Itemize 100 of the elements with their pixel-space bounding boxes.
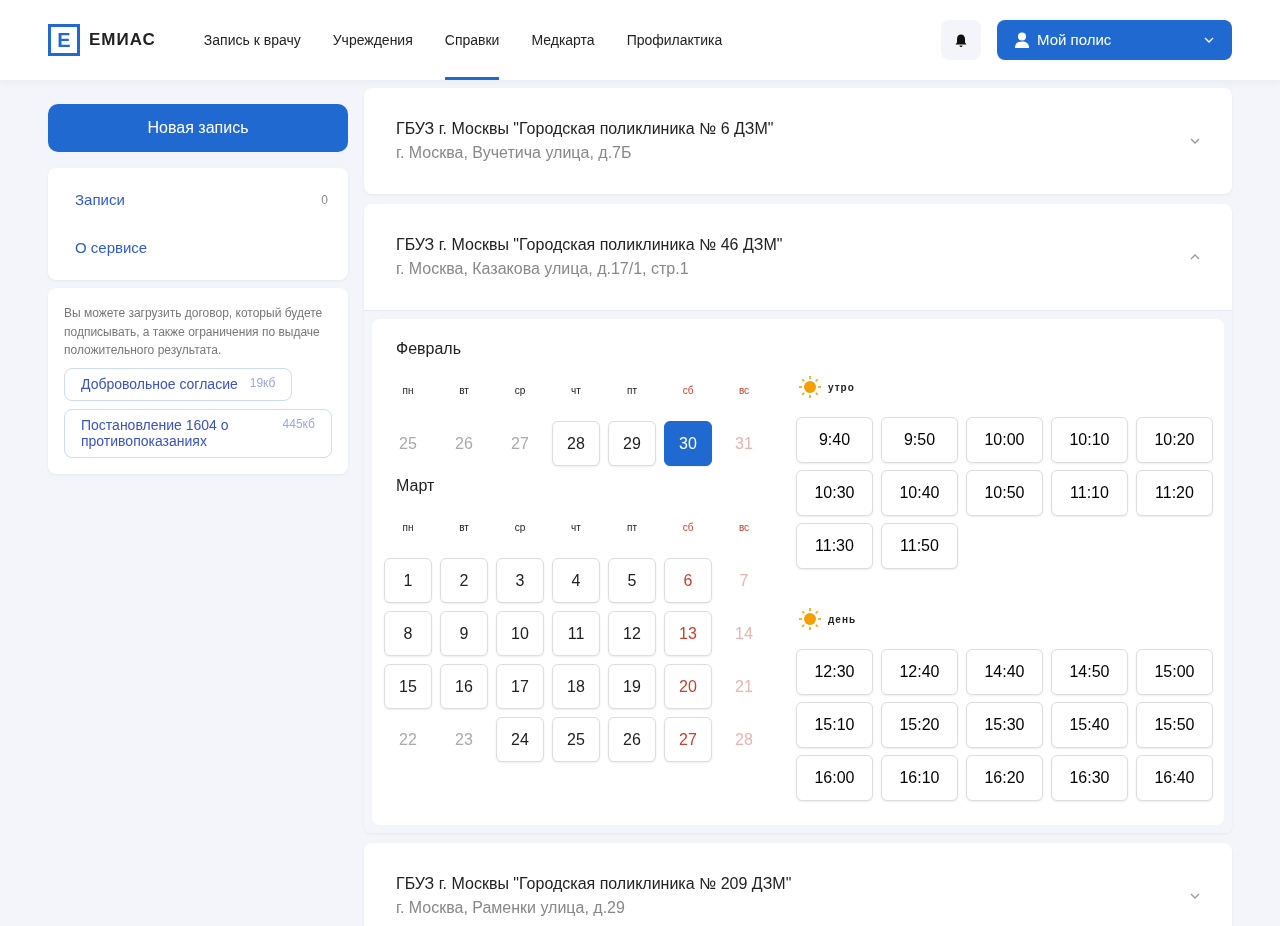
time-slot-button[interactable]: 16:40 [1136,755,1213,801]
date-button[interactable]: 11 [552,611,600,656]
weekday-label: пн [401,384,415,398]
nav-tab[interactable]: Справки [444,0,500,80]
menu-item[interactable]: Записи 0 [48,176,348,224]
time-slot-button[interactable]: 12:40 [881,649,958,695]
clinic-name: ГБУЗ г. Москвы "Городская поликлиника № 46 ДЗМ" [396,235,783,255]
date-label: 14 [734,623,754,644]
date-button[interactable]: 6 [664,558,712,603]
time-slot-button[interactable]: 10:20 [1136,417,1213,463]
date-label: 26 [454,433,474,454]
file-size: 445кб [281,416,315,431]
month-title: Февраль [396,339,463,357]
time-slot-button[interactable]: 16:30 [1051,755,1128,801]
file-size: 19кб [248,375,276,391]
date-button[interactable]: 8 [384,611,432,656]
chevron-down-icon[interactable] [1190,892,1200,900]
weekday-label: чт [570,521,582,535]
nav-tab[interactable]: Учреждения [332,0,413,80]
date-label: 31 [734,433,754,454]
clinic-address: г. Москва, Вучетича улица, д.7Б [396,143,633,163]
date-button[interactable]: 27 [664,717,712,762]
nav-tab[interactable]: Профилактика [626,0,723,80]
logo-text: ЕМИАС [89,29,156,52]
date-button[interactable]: 25 [552,717,600,762]
time-slot-button[interactable]: 11:10 [1051,470,1128,516]
weekday-label: ср [513,384,527,398]
date-button[interactable]: 28 [552,421,600,466]
time-slot-button[interactable]: 11:50 [881,523,958,569]
time-slot-button[interactable]: 16:20 [966,755,1043,801]
menu-item[interactable]: О сервисе [48,224,348,272]
date-button[interactable]: 3 [496,558,544,603]
date-button[interactable]: 10 [496,611,544,656]
time-slot-button[interactable]: 10:10 [1051,417,1128,463]
weekday-label: ср [513,521,527,535]
clinic-name: ГБУЗ г. Москвы "Городская поликлиника № 209 ДЗМ" [396,874,792,894]
weekday-label: вс [737,384,751,398]
date-button[interactable]: 13 [664,611,712,656]
clinic-address: г. Москва, Раменки улица, д.29 [396,898,626,918]
nav-tab[interactable]: Медкарта [531,0,595,80]
date-button[interactable]: 2 [440,558,488,603]
date-button[interactable]: 24 [496,717,544,762]
new-appointment-button[interactable]: Новая запись [48,104,348,152]
date-button[interactable]: 15 [384,664,432,709]
time-slot-button[interactable]: 15:40 [1051,702,1128,748]
date-button[interactable]: 19 [608,664,656,709]
date-button[interactable]: 5 [608,558,656,603]
date-label: 7 [738,570,750,591]
time-slot-button[interactable]: 14:40 [966,649,1043,695]
date-button[interactable]: 12 [608,611,656,656]
chevron-down-icon[interactable] [1190,137,1200,145]
bell-icon [954,32,968,48]
date-button[interactable]: 9 [440,611,488,656]
weekday-label: сб [681,521,695,535]
date-label: 28 [734,729,754,750]
time-slot-button[interactable]: 16:00 [796,755,873,801]
time-slot-button[interactable]: 15:10 [796,702,873,748]
clinic-name: ГБУЗ г. Москвы "Городская поликлиника № 6 ДЗМ" [396,119,774,139]
date-button[interactable]: 17 [496,664,544,709]
time-slot-button[interactable]: 15:50 [1136,702,1213,748]
time-slot-button[interactable]: 12:30 [796,649,873,695]
time-slot-button[interactable]: 11:20 [1136,470,1213,516]
time-slot-button[interactable]: 15:30 [966,702,1043,748]
time-slot-button[interactable]: 16:10 [881,755,958,801]
period-label: день [828,612,857,627]
document-link[interactable]: Постановление 1604 о противопоказаниях 445кб [64,408,332,459]
date-button[interactable]: 29 [608,421,656,466]
policy-button[interactable]: Мой полис [997,20,1232,60]
time-slot-button[interactable]: 10:40 [881,470,958,516]
clinic-address: г. Москва, Казакова улица, д.17/1, стр.1 [396,259,690,279]
time-slot-button[interactable]: 15:20 [881,702,958,748]
date-button[interactable]: 18 [552,664,600,709]
notifications-button[interactable] [941,20,981,60]
weekday-label: сб [681,384,695,398]
date-button[interactable]: 26 [608,717,656,762]
date-button[interactable]: 16 [440,664,488,709]
time-slot-button[interactable]: 15:00 [1136,649,1213,695]
weekday-label: пн [401,521,415,535]
time-slot-button[interactable]: 10:00 [966,417,1043,463]
weekday-label: вс [737,521,751,535]
chevron-down-icon [1204,36,1214,44]
sun-icon [798,375,822,399]
date-button[interactable]: 30 [664,421,712,466]
nav-tab[interactable]: Запись к врачу [203,0,301,80]
document-link[interactable]: Добровольное согласие 19кб [64,367,293,401]
time-slot-button[interactable]: 10:30 [796,470,873,516]
time-slot-button[interactable]: 11:30 [796,523,873,569]
time-slot-button[interactable]: 9:50 [881,417,958,463]
time-slot-button[interactable]: 14:50 [1051,649,1128,695]
date-button[interactable]: 1 [384,558,432,603]
chevron-up-icon[interactable] [1190,253,1200,261]
logo-icon: Е [48,24,80,56]
date-label: 27 [510,433,530,454]
month-title: Март [396,476,436,494]
date-button[interactable]: 4 [552,558,600,603]
weekday-label: чт [570,384,582,398]
time-slot-button[interactable]: 10:50 [966,470,1043,516]
time-slot-button[interactable]: 9:40 [796,417,873,463]
date-label: 22 [398,729,418,750]
date-button[interactable]: 20 [664,664,712,709]
